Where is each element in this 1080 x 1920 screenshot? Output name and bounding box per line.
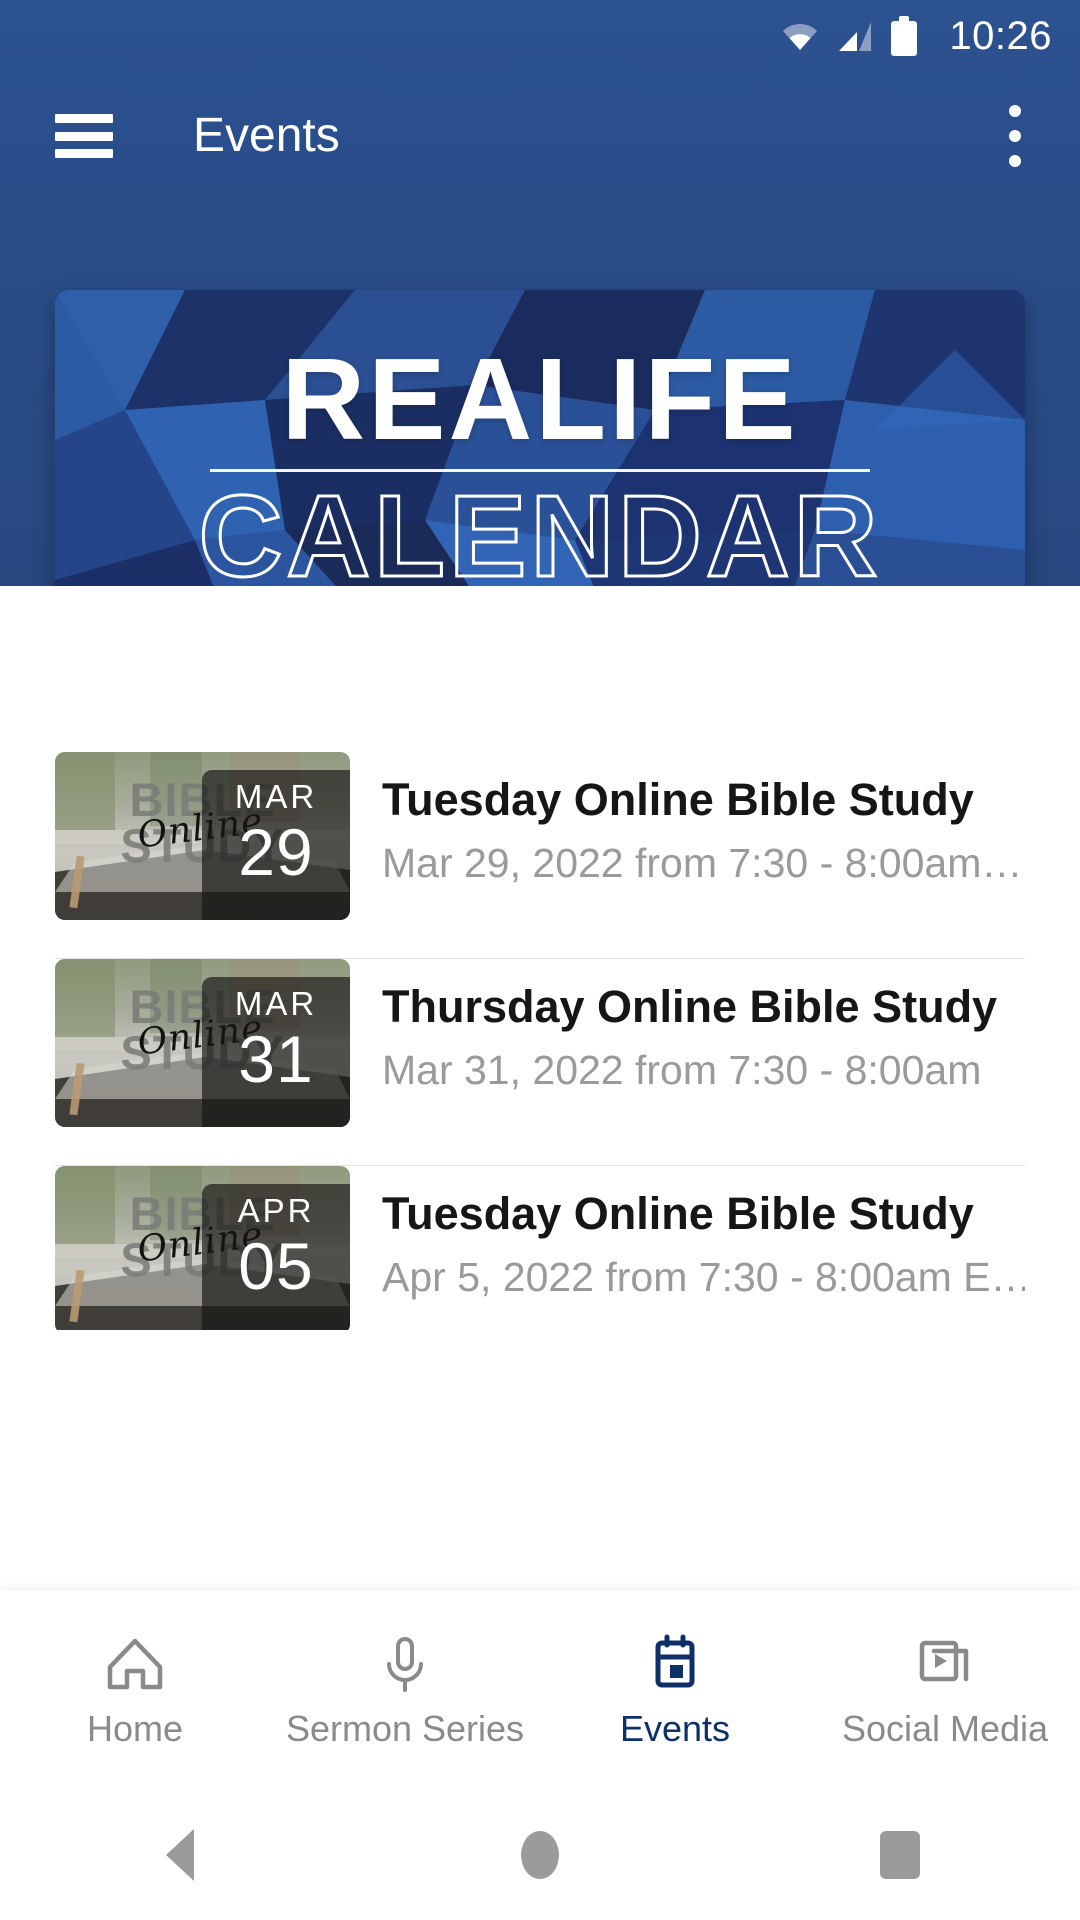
recents-square-icon <box>880 1831 920 1879</box>
more-vertical-icon[interactable] <box>992 105 1038 167</box>
event-title: Thursday Online Bible Study <box>382 983 998 1032</box>
wifi-icon <box>781 21 819 51</box>
event-title: Tuesday Online Bible Study <box>382 1190 974 1239</box>
list-item[interactable]: BIBLE STUDY Online MAR 31 Thursday Onlin… <box>0 959 1080 1165</box>
thumb-month: MAR <box>234 985 318 1022</box>
event-thumbnail: BIBLE STUDY Online MAR 29 <box>55 752 350 920</box>
thumb-date-badge: APR 05 <box>202 1184 350 1330</box>
event-details: Tuesday Online Bible Study Mar 29, 2022 … <box>382 752 1025 886</box>
status-bar: 10:26 <box>0 0 1080 72</box>
tab-events[interactable]: Events <box>540 1590 810 1790</box>
thumb-date-badge: MAR 29 <box>202 770 350 920</box>
list-item[interactable]: BIBLE STUDY Online APR 05 Tuesday Online… <box>0 1166 1080 1330</box>
hero-title-realife: REALIFE <box>281 334 799 465</box>
battery-icon <box>891 16 918 56</box>
events-list[interactable]: BIBLE STUDY Online MAR 29 Tuesday Online… <box>0 586 1080 1330</box>
thumb-month: MAR <box>234 778 318 815</box>
bottom-tab-bar: Home Sermon Series Events Social Media <box>0 1590 1080 1790</box>
tab-label: Home <box>86 1708 184 1749</box>
hero-title-calendar: CALENDAR <box>197 470 882 601</box>
thumb-day: 31 <box>238 1022 314 1096</box>
tab-social-media[interactable]: Social Media <box>810 1590 1080 1790</box>
hero-divider-rule <box>210 468 870 472</box>
event-title: Tuesday Online Bible Study <box>382 776 974 825</box>
media-play-stack-icon <box>919 1640 969 1682</box>
page-title: Events <box>193 109 340 162</box>
event-datetime: Apr 5, 2022 from 7:30 - 8:00am E… <box>382 1254 1025 1300</box>
list-item[interactable]: BIBLE STUDY Online MAR 29 Tuesday Online… <box>0 752 1080 958</box>
tab-sermon-series[interactable]: Sermon Series <box>270 1590 540 1790</box>
hamburger-menu-icon[interactable] <box>55 114 113 158</box>
back-triangle-icon <box>166 1829 194 1881</box>
event-datetime: Mar 29, 2022 from 7:30 - 8:00am… <box>382 840 1023 886</box>
status-icon-group: 10:26 <box>781 16 1052 56</box>
thumb-day: 05 <box>238 1229 314 1303</box>
event-thumbnail: BIBLE STUDY Online MAR 31 <box>55 959 350 1127</box>
app-bar: Events <box>0 72 1080 200</box>
tab-label: Events <box>619 1708 731 1749</box>
home-icon <box>107 1638 163 1690</box>
system-home-button[interactable] <box>480 1790 600 1920</box>
home-circle-icon <box>521 1831 559 1879</box>
thumb-month: APR <box>237 1192 315 1229</box>
event-details: Thursday Online Bible Study Mar 31, 2022… <box>382 959 1025 1093</box>
system-back-button[interactable] <box>120 1790 240 1920</box>
system-recents-button[interactable] <box>840 1790 960 1920</box>
microphone-icon <box>387 1637 423 1692</box>
tab-label: Social Media <box>841 1708 1049 1749</box>
event-thumbnail: BIBLE STUDY Online APR 05 <box>55 1166 350 1330</box>
thumb-day: 29 <box>238 815 314 889</box>
system-navigation-bar <box>0 1790 1080 1920</box>
tab-home[interactable]: Home <box>0 1590 270 1790</box>
event-datetime: Mar 31, 2022 from 7:30 - 8:00am <box>382 1047 982 1093</box>
cellular-signal-icon <box>837 21 873 52</box>
event-details: Tuesday Online Bible Study Apr 5, 2022 f… <box>382 1166 1025 1300</box>
app-root: 10:26 Events REALIFE CALENDAR Online MAR… <box>0 0 1080 1920</box>
calendar-icon <box>655 1634 695 1688</box>
status-bar-clock: 10:26 <box>949 14 1052 58</box>
tab-label: Sermon Series <box>285 1708 525 1749</box>
thumb-date-badge: MAR 31 <box>202 977 350 1127</box>
